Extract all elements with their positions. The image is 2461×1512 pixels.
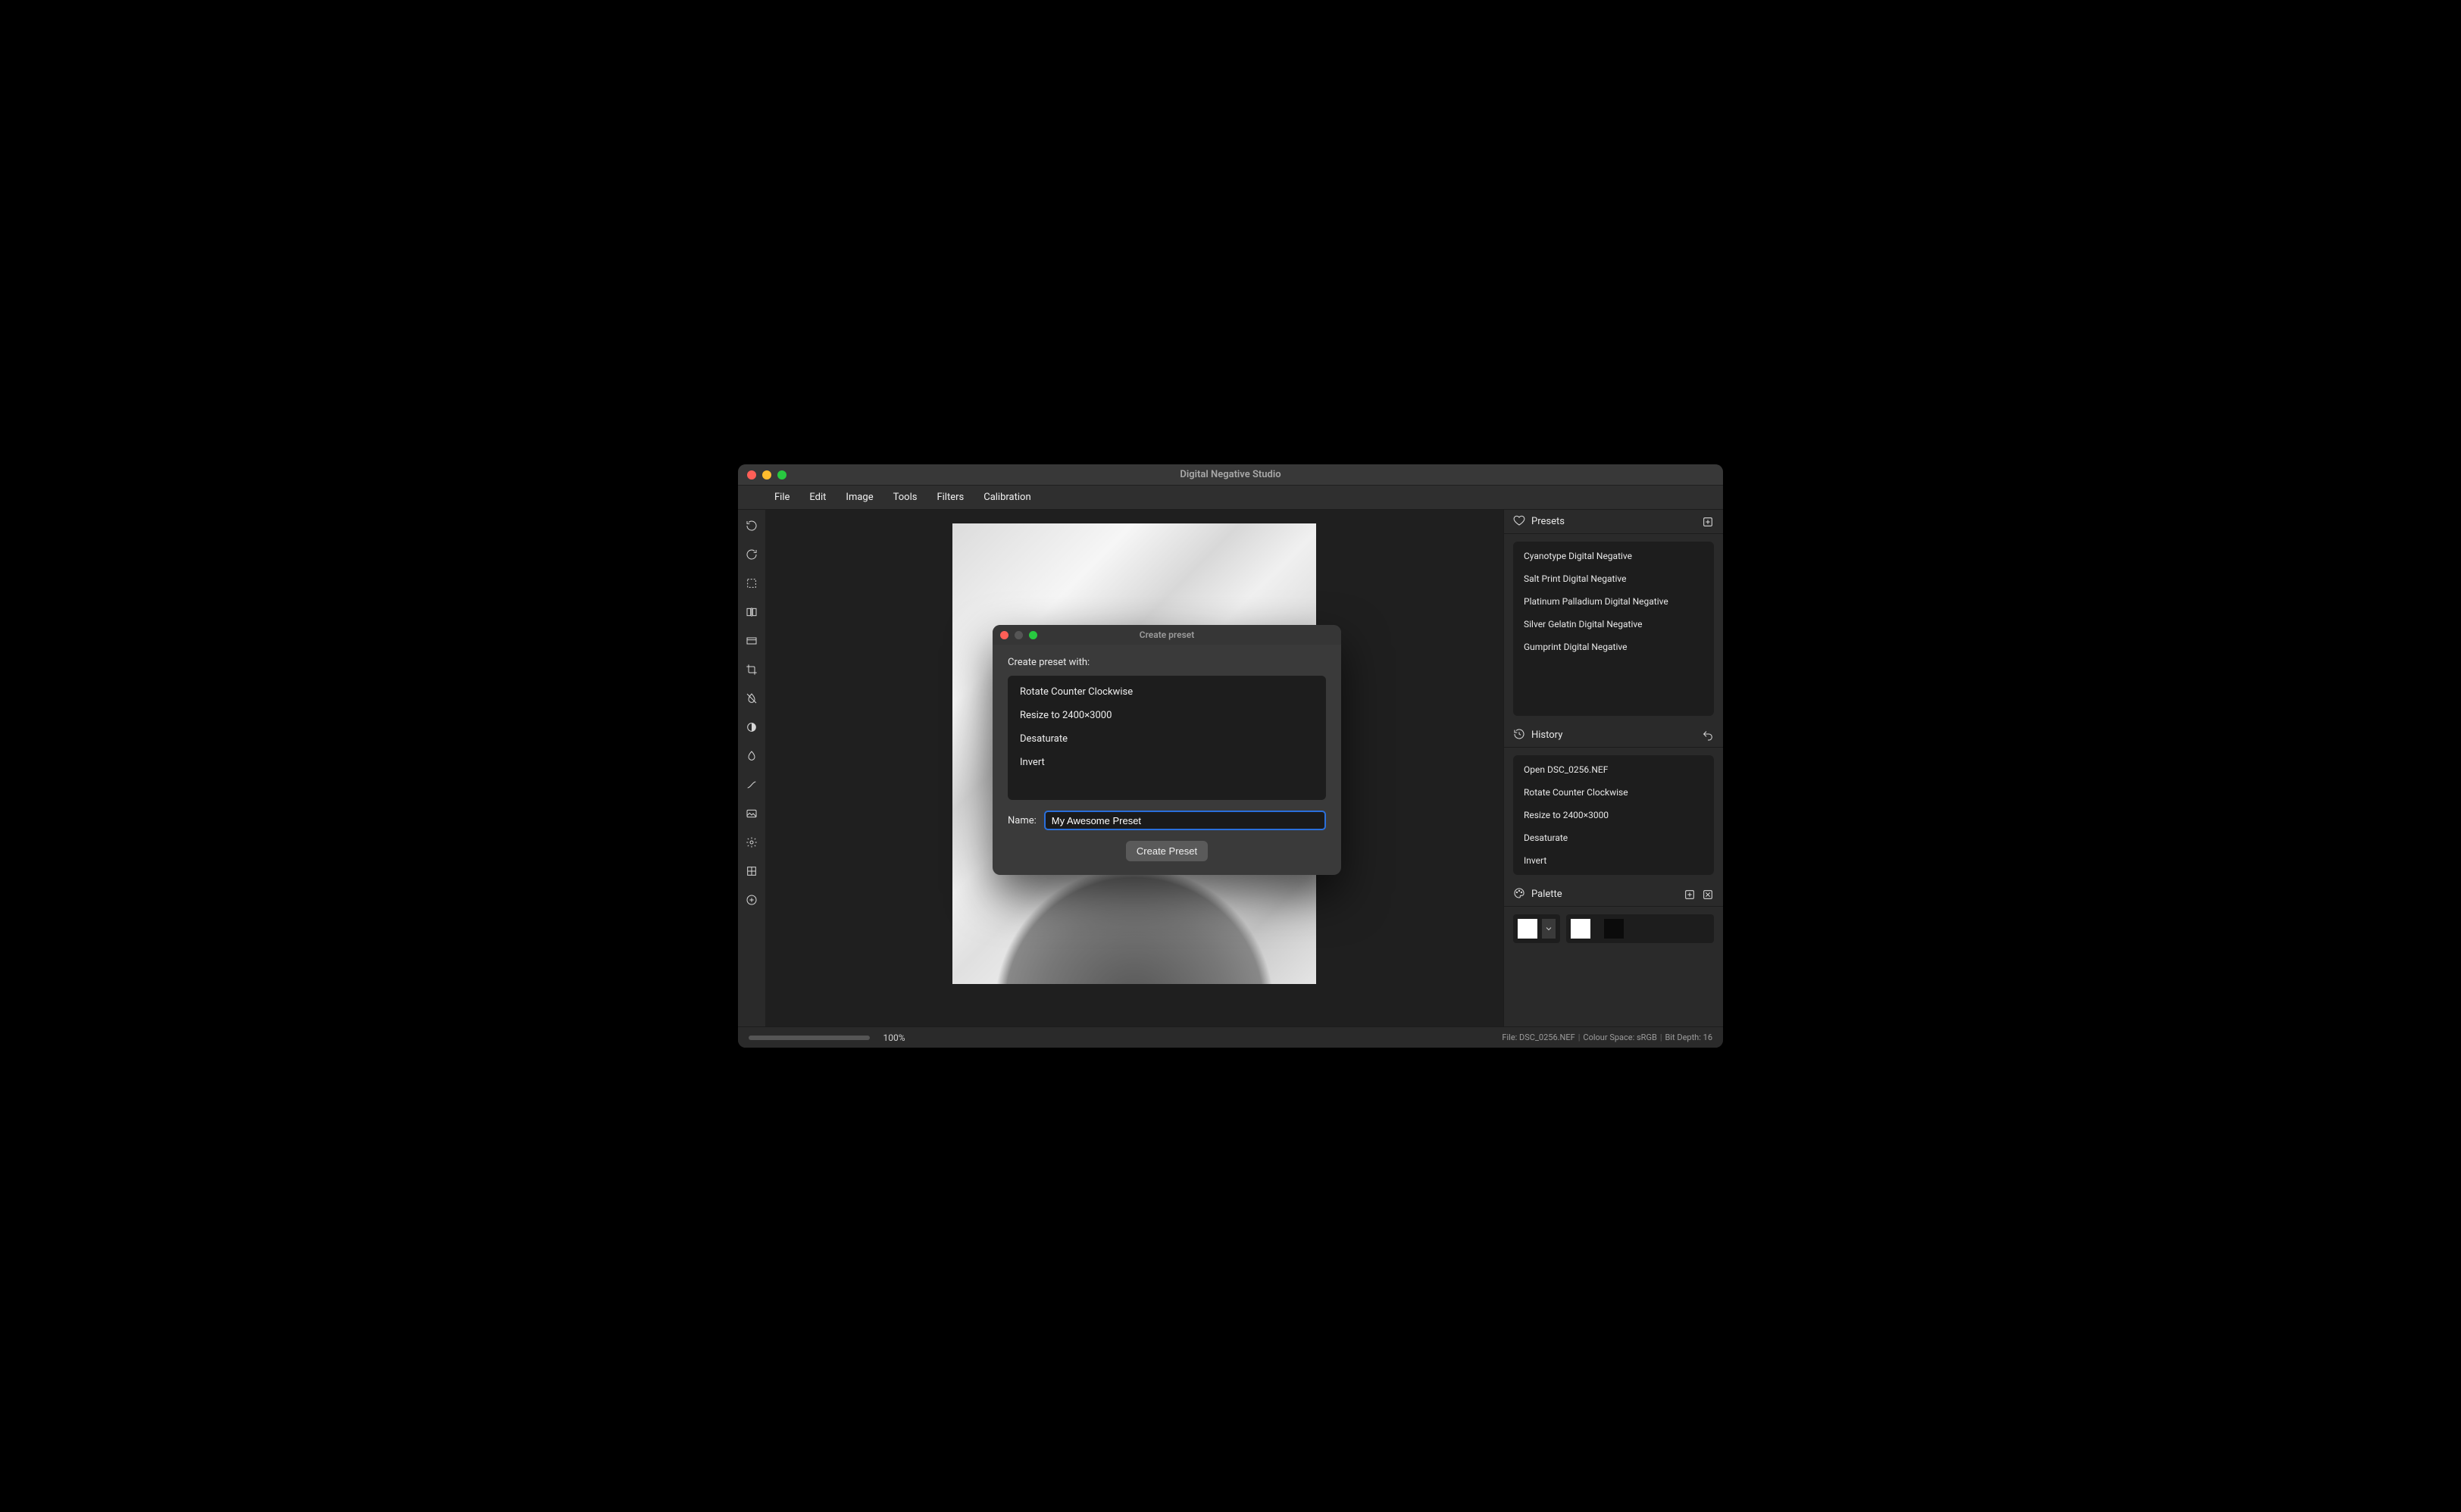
app-window: Digital Negative Studio File Edit Image … xyxy=(738,464,1723,1048)
zoom-label: 100% xyxy=(879,1032,909,1043)
primary-swatch-picker[interactable] xyxy=(1513,914,1560,943)
palette-label: Palette xyxy=(1531,889,1562,900)
image-icon[interactable] xyxy=(743,805,760,822)
swatch-list xyxy=(1566,914,1714,943)
dialog-step[interactable]: Desaturate xyxy=(1008,727,1326,751)
rotate-ccw-icon[interactable] xyxy=(743,546,760,563)
palette-icon xyxy=(1513,887,1525,902)
window-zoom-button[interactable] xyxy=(777,470,786,480)
select-icon[interactable] xyxy=(743,575,760,592)
heart-icon xyxy=(1513,514,1525,530)
status-file: File: DSC_0256.NEF xyxy=(1502,1032,1574,1042)
traffic-lights xyxy=(738,470,786,480)
menu-tools[interactable]: Tools xyxy=(887,489,924,506)
status-colourspace: Colour Space: sRGB xyxy=(1583,1032,1656,1042)
menu-image[interactable]: Image xyxy=(840,489,879,506)
crop-icon[interactable] xyxy=(743,661,760,678)
history-item[interactable]: Open DSC_0256.NEF xyxy=(1513,758,1714,781)
menu-file[interactable]: File xyxy=(768,489,796,506)
blur-icon[interactable] xyxy=(743,748,760,764)
rotate-cw-icon[interactable] xyxy=(743,517,760,534)
create-preset-dialog: Create preset Create preset with: Rotate… xyxy=(993,625,1341,875)
dialog-title: Create preset xyxy=(993,629,1341,640)
preset-item[interactable]: Platinum Palladium Digital Negative xyxy=(1513,590,1714,613)
history-item[interactable]: Desaturate xyxy=(1513,826,1714,849)
preset-item[interactable]: Salt Print Digital Negative xyxy=(1513,567,1714,590)
dialog-step[interactable]: Resize to 2400×3000 xyxy=(1008,704,1326,727)
primary-swatch xyxy=(1518,919,1537,939)
palette-header: Palette xyxy=(1504,883,1723,907)
history-item[interactable]: Resize to 2400×3000 xyxy=(1513,804,1714,826)
gear-icon[interactable] xyxy=(743,834,760,851)
history-item[interactable]: Invert xyxy=(1513,849,1714,872)
window-title: Digital Negative Studio xyxy=(738,469,1723,480)
status-separator: | xyxy=(1660,1032,1662,1042)
status-bitdepth: Bit Depth: 16 xyxy=(1665,1032,1713,1042)
palette-row xyxy=(1504,907,1723,955)
tool-rail xyxy=(738,510,765,1026)
add-icon[interactable] xyxy=(743,892,760,908)
contrast-icon[interactable] xyxy=(743,719,760,736)
undo-button[interactable] xyxy=(1702,729,1714,742)
chevron-down-icon[interactable] xyxy=(1542,919,1556,939)
presets-list: Cyanotype Digital Negative Salt Print Di… xyxy=(1513,542,1714,716)
flip-horizontal-icon[interactable] xyxy=(743,604,760,620)
status-bar: 100% File: DSC_0256.NEF | Colour Space: … xyxy=(738,1026,1723,1048)
preset-name-input[interactable] xyxy=(1044,811,1326,830)
preset-item[interactable]: Gumprint Digital Negative xyxy=(1513,636,1714,658)
preset-item[interactable]: Silver Gelatin Digital Negative xyxy=(1513,613,1714,636)
menubar: File Edit Image Tools Filters Calibratio… xyxy=(738,486,1723,510)
window-close-button[interactable] xyxy=(747,470,756,480)
add-preset-button[interactable] xyxy=(1702,516,1714,528)
swatch-item[interactable] xyxy=(1571,919,1590,939)
dialog-steps-list: Rotate Counter Clockwise Resize to 2400×… xyxy=(1008,676,1326,800)
create-preset-button[interactable]: Create Preset xyxy=(1126,841,1208,861)
dialog-titlebar: Create preset xyxy=(993,625,1341,645)
presets-header: Presets xyxy=(1504,510,1723,534)
curve-icon[interactable] xyxy=(743,776,760,793)
swatch-item[interactable] xyxy=(1604,919,1624,939)
preset-item[interactable]: Cyanotype Digital Negative xyxy=(1513,545,1714,567)
history-label: History xyxy=(1531,729,1562,741)
menu-filters[interactable]: Filters xyxy=(930,489,970,506)
dialog-step[interactable]: Invert xyxy=(1008,751,1326,774)
add-swatch-button[interactable] xyxy=(1684,889,1696,901)
remove-swatch-button[interactable] xyxy=(1702,889,1714,901)
zoom-slider[interactable] xyxy=(749,1036,870,1040)
dialog-name-label: Name: xyxy=(1008,815,1037,826)
status-separator: | xyxy=(1578,1032,1581,1042)
menu-edit[interactable]: Edit xyxy=(803,489,832,506)
window-minimize-button[interactable] xyxy=(762,470,771,480)
history-header: History xyxy=(1504,723,1723,748)
history-icon xyxy=(1513,728,1525,743)
titlebar: Digital Negative Studio xyxy=(738,464,1723,486)
history-list: Open DSC_0256.NEF Rotate Counter Clockwi… xyxy=(1513,755,1714,875)
history-item[interactable]: Rotate Counter Clockwise xyxy=(1513,781,1714,804)
menu-calibration[interactable]: Calibration xyxy=(977,489,1037,506)
presets-label: Presets xyxy=(1531,516,1565,527)
dialog-step[interactable]: Rotate Counter Clockwise xyxy=(1008,680,1326,704)
dialog-intro-label: Create preset with: xyxy=(1008,657,1326,668)
resize-icon[interactable] xyxy=(743,633,760,649)
canvas-area[interactable]: Create preset Create preset with: Rotate… xyxy=(765,510,1503,1026)
grid-icon[interactable] xyxy=(743,863,760,879)
desaturate-icon[interactable] xyxy=(743,690,760,707)
right-sidebar: Presets Cyanotype Digital Negative Salt … xyxy=(1503,510,1723,1026)
